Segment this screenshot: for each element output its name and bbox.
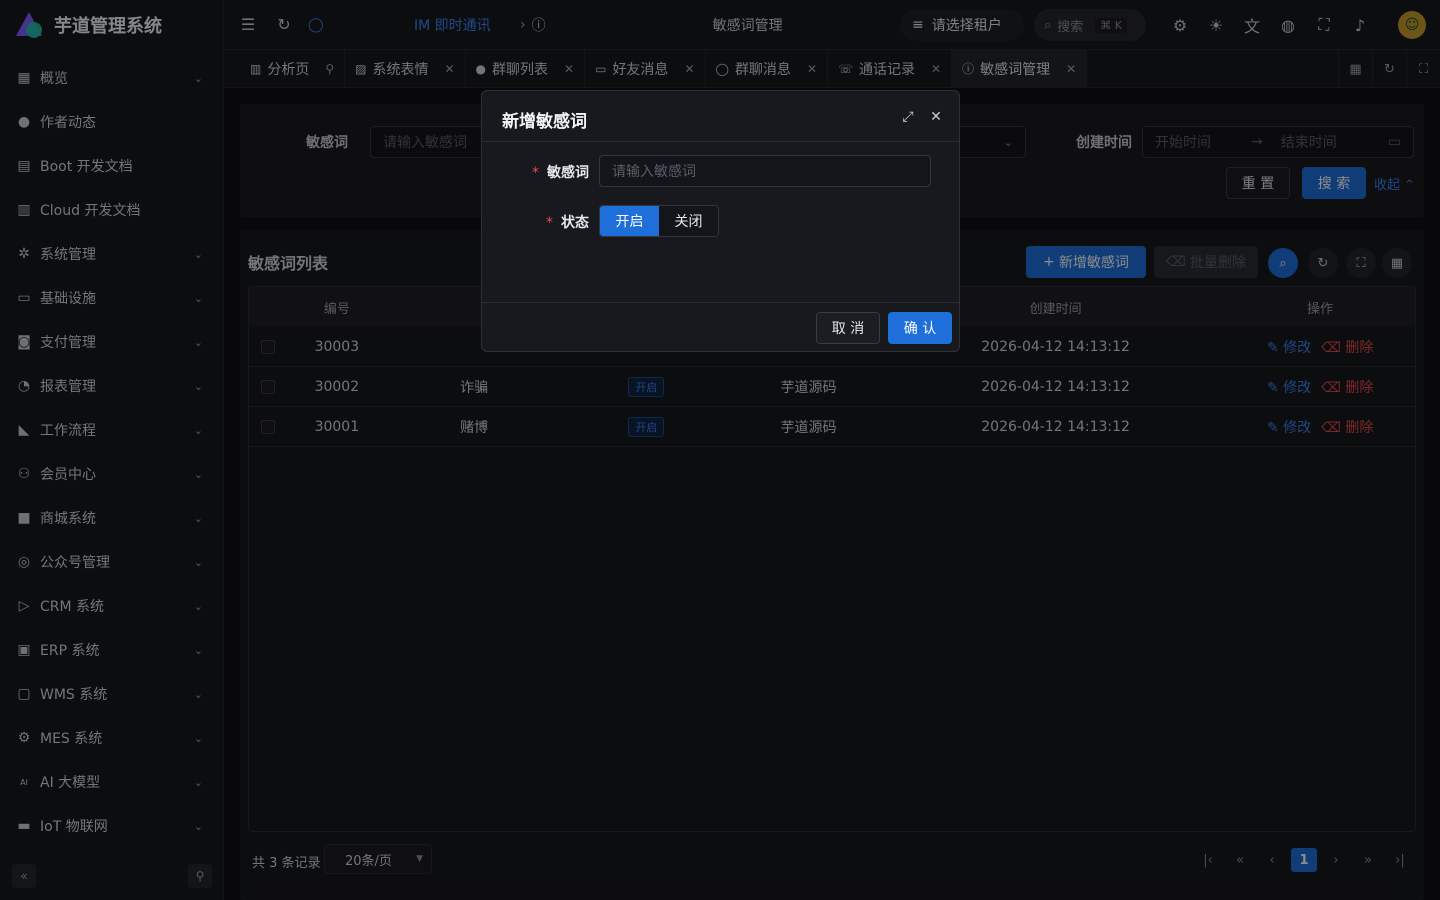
dialog-word-label-text: 敏感词 bbox=[547, 165, 589, 181]
cancel-button[interactable]: 取 消 bbox=[816, 312, 880, 344]
dialog-status-label-text: 状态 bbox=[561, 215, 589, 231]
required-mark: * bbox=[532, 165, 539, 181]
dialog-status-label: * 状态 bbox=[546, 212, 589, 232]
dialog-footer-divider bbox=[482, 302, 959, 303]
dialog-word-label: * 敏感词 bbox=[532, 162, 589, 182]
close-icon[interactable]: ✕ bbox=[926, 107, 946, 127]
status-radio-group: 开启 关闭 bbox=[599, 205, 719, 237]
required-mark: * bbox=[546, 215, 553, 231]
dialog-divider bbox=[482, 141, 959, 142]
app-root: 芋道管理系统 ▦ 概览 ⌄ ● 作者动态 ▤ Boot 开发文档 ▥ Cloud 开发文档 ✲ 系统… bbox=[0, 0, 1440, 900]
add-word-dialog: 新增敏感词 ⤢ ✕ * 敏感词 请输入敏感词 * 状态 开启 关闭 取 消 确 认 bbox=[481, 90, 960, 352]
status-on-option[interactable]: 开启 bbox=[600, 206, 659, 236]
status-off-option[interactable]: 关闭 bbox=[659, 206, 718, 236]
dialog-word-input[interactable]: 请输入敏感词 bbox=[599, 155, 931, 187]
confirm-button[interactable]: 确 认 bbox=[888, 312, 952, 344]
dialog-maximize-icon[interactable]: ⤢ bbox=[898, 107, 918, 127]
dialog-title: 新增敏感词 bbox=[502, 112, 587, 132]
dialog-word-placeholder: 请输入敏感词 bbox=[612, 164, 696, 180]
